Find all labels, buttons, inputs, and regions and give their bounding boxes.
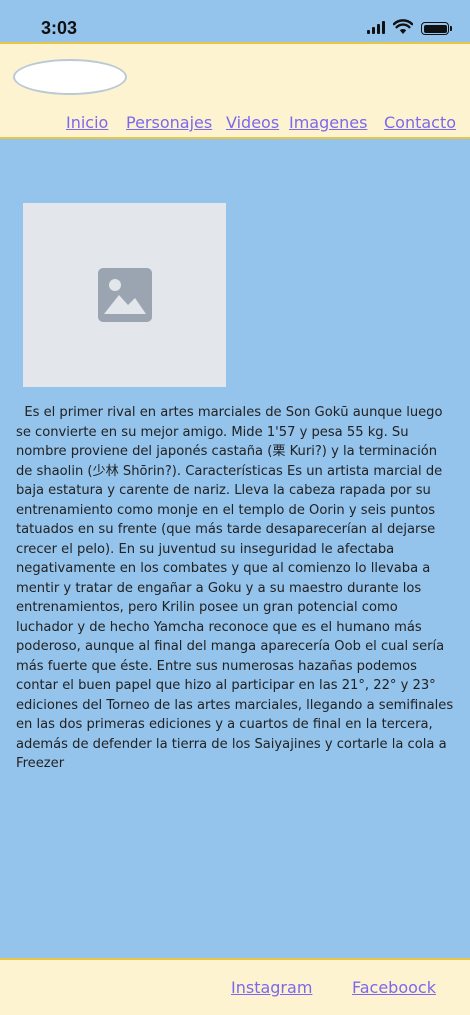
nav-link-inicio[interactable]: Inicio bbox=[66, 113, 108, 132]
footer-link-instagram[interactable]: Instagram bbox=[231, 978, 312, 997]
status-time: 3:03 bbox=[41, 18, 78, 38]
nav-link-personajes[interactable]: Personajes bbox=[126, 113, 212, 132]
site-footer: Instagram Faceboock bbox=[0, 958, 470, 1015]
status-bar: 3:03 bbox=[0, 0, 470, 42]
site-header: Inicio Personajes Videos Imagenes Contac… bbox=[0, 42, 470, 139]
footer-link-facebook[interactable]: Faceboock bbox=[352, 978, 436, 997]
screen: 3:03 Inicio Personajes Videos Imagenes C… bbox=[0, 0, 470, 1015]
image-placeholder-icon bbox=[97, 268, 152, 322]
nav-link-imagenes[interactable]: Imagenes bbox=[289, 113, 367, 132]
logo[interactable] bbox=[13, 59, 127, 95]
nav-link-videos[interactable]: Videos bbox=[226, 113, 279, 132]
nav-link-contacto[interactable]: Contacto bbox=[384, 113, 456, 132]
cellular-signal-icon bbox=[367, 21, 385, 34]
character-image bbox=[23, 203, 226, 387]
character-description: Es el primer rival en artes marciales de… bbox=[16, 405, 454, 771]
battery-icon bbox=[421, 22, 452, 35]
wifi-icon bbox=[393, 19, 413, 34]
